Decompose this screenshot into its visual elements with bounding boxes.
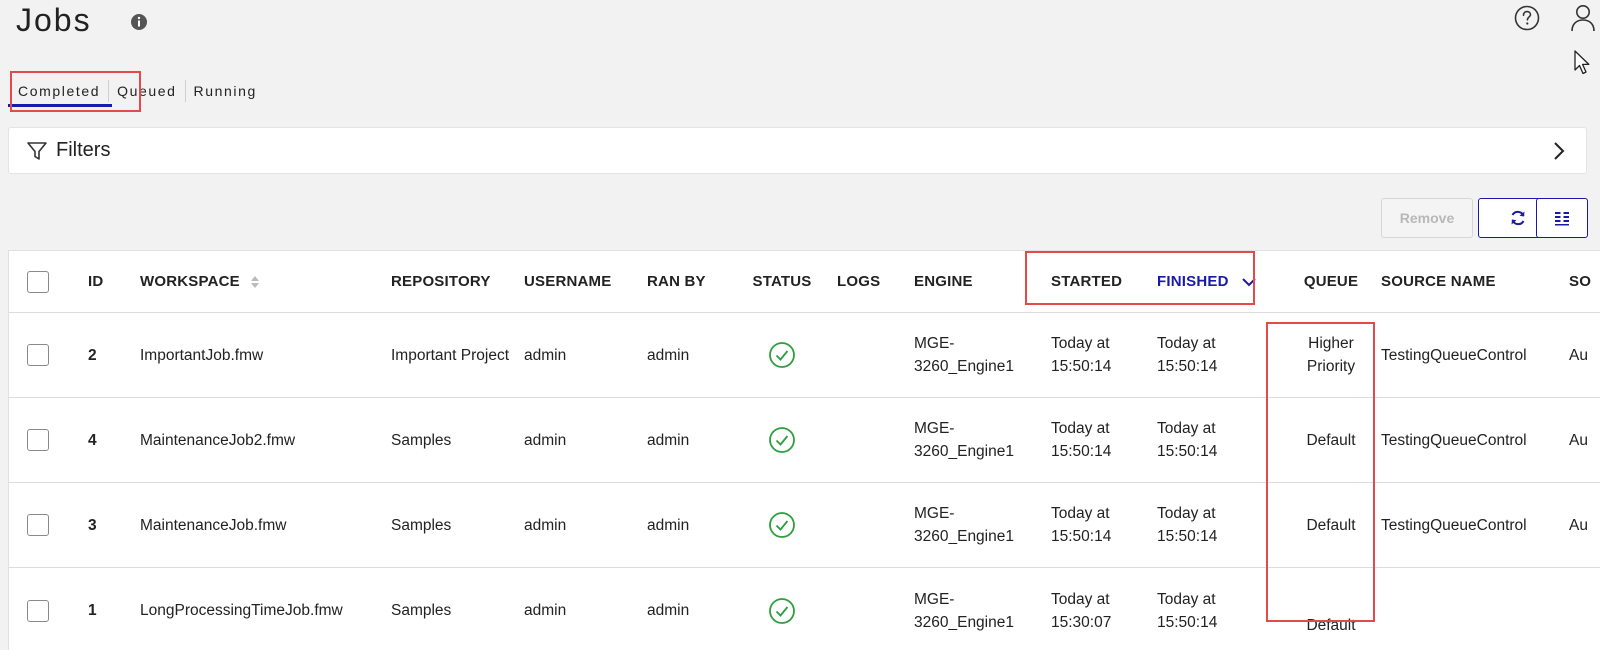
- source-name-cell: [1381, 568, 1551, 650]
- sort-icon[interactable]: [250, 275, 260, 289]
- username-cell: admin: [524, 346, 567, 364]
- source-truncated-cell: Au: [1569, 431, 1588, 449]
- row-select-cell: [27, 313, 57, 397]
- ran-by-cell: admin: [647, 346, 690, 364]
- source-truncated-cell: [1569, 568, 1600, 650]
- started-cell: Today at 15:50:14: [1051, 505, 1112, 545]
- filters-label: Filters: [56, 139, 111, 161]
- status-cell: [742, 313, 822, 397]
- started-cell: Today at 15:30:07: [1051, 590, 1112, 631]
- job-id: 4: [88, 431, 97, 449]
- annotation-highlight-queue-column: [1266, 322, 1375, 622]
- col-header-workspace-label: WORKSPACE: [140, 273, 240, 290]
- col-header-id[interactable]: ID: [88, 251, 128, 312]
- col-header-status[interactable]: STATUS: [742, 251, 822, 312]
- ran-by-cell: admin: [647, 602, 690, 619]
- username-cell: admin: [524, 431, 567, 449]
- source-truncated-cell: Au: [1569, 346, 1588, 364]
- row-select-cell: [27, 568, 57, 650]
- mouse-cursor-icon: [1574, 50, 1590, 75]
- repository-cell: Important Project: [391, 346, 510, 364]
- table-header-row: ID WORKSPACE REPOSITORY USERNAME RAN BY …: [9, 251, 1600, 313]
- finished-cell: Today at 15:50:14: [1157, 420, 1218, 460]
- col-header-logs[interactable]: LOGS: [837, 251, 897, 312]
- success-check-icon: [769, 597, 795, 624]
- row-checkbox[interactable]: [27, 429, 49, 451]
- tab-running[interactable]: Running: [184, 80, 265, 102]
- source-name-cell: TestingQueueControl: [1381, 431, 1527, 449]
- row-select-cell: [27, 483, 57, 567]
- source-truncated-cell: Au: [1569, 516, 1588, 534]
- engine-cell: MGE-3260_Engine1: [914, 590, 1014, 631]
- refresh-icon: [1511, 210, 1524, 226]
- source-name-cell: TestingQueueControl: [1381, 346, 1527, 364]
- repository-cell: Samples: [391, 602, 452, 619]
- col-header-engine[interactable]: ENGINE: [914, 251, 1034, 312]
- jobs-page: Jobs Completed Queued Running Filters Re…: [0, 0, 1600, 650]
- row-select-cell: [27, 398, 57, 482]
- page-title: Jobs: [16, 2, 92, 38]
- repository-cell: Samples: [391, 516, 452, 534]
- chevron-right-icon[interactable]: [1548, 140, 1570, 162]
- col-header-username[interactable]: USERNAME: [524, 251, 624, 312]
- logs-cell[interactable]: [837, 313, 897, 397]
- engine-cell: MGE-3260_Engine1: [914, 505, 1014, 545]
- help-icon[interactable]: [1514, 5, 1540, 31]
- workspace-cell[interactable]: MaintenanceJob.fmw: [140, 483, 390, 567]
- logs-cell[interactable]: [837, 568, 897, 650]
- workspace-cell[interactable]: MaintenanceJob2.fmw: [140, 398, 390, 482]
- row-checkbox[interactable]: [27, 344, 49, 366]
- ran-by-cell: admin: [647, 516, 690, 534]
- filters-bar[interactable]: Filters: [8, 127, 1587, 174]
- repository-cell: Samples: [391, 431, 452, 449]
- finished-cell: Today at 15:50:14: [1157, 505, 1218, 545]
- filter-icon: [27, 141, 47, 160]
- success-check-icon: [769, 512, 795, 538]
- select-all-checkbox[interactable]: [27, 270, 49, 293]
- col-header-source-name[interactable]: SOURCE NAME: [1381, 251, 1551, 312]
- success-check-icon: [769, 342, 795, 368]
- workspace-cell[interactable]: LongProcessingTimeJob.fmw: [140, 568, 390, 650]
- source-name-cell: TestingQueueControl: [1381, 516, 1527, 534]
- finished-cell: Today at 15:50:14: [1157, 335, 1218, 375]
- job-id: 2: [88, 346, 97, 364]
- engine-cell: MGE-3260_Engine1: [914, 335, 1014, 375]
- col-header-queue[interactable]: QUEUE: [1291, 251, 1371, 312]
- started-cell: Today at 15:50:14: [1051, 420, 1112, 460]
- job-id: 3: [88, 516, 97, 534]
- username-cell: admin: [524, 602, 567, 619]
- columns-icon: [1555, 212, 1569, 226]
- select-all-cell: [27, 251, 57, 312]
- row-checkbox[interactable]: [27, 599, 49, 622]
- logs-cell[interactable]: [837, 398, 897, 482]
- logs-cell[interactable]: [837, 483, 897, 567]
- engine-cell: MGE-3260_Engine1: [914, 420, 1014, 460]
- ran-by-cell: admin: [647, 431, 690, 449]
- job-id: 1: [88, 602, 97, 619]
- info-icon[interactable]: [130, 13, 148, 31]
- column-settings-button[interactable]: [1536, 198, 1588, 238]
- col-header-ran-by[interactable]: RAN BY: [647, 251, 727, 312]
- started-cell: Today at 15:50:14: [1051, 335, 1112, 375]
- status-cell: [742, 568, 822, 650]
- user-icon[interactable]: [1570, 4, 1596, 32]
- annotation-highlight-tab: [10, 71, 141, 112]
- annotation-highlight-sort-columns: [1025, 251, 1255, 305]
- username-cell: admin: [524, 516, 567, 534]
- col-header-repository[interactable]: REPOSITORY: [391, 251, 511, 312]
- col-header-workspace[interactable]: WORKSPACE: [140, 251, 390, 312]
- finished-cell: Today at 15:50:14: [1157, 590, 1218, 631]
- col-header-source-truncated[interactable]: SO: [1569, 251, 1600, 312]
- status-cell: [742, 483, 822, 567]
- remove-button[interactable]: Remove: [1381, 198, 1473, 238]
- success-check-icon: [769, 427, 795, 453]
- workspace-cell[interactable]: ImportantJob.fmw: [140, 313, 390, 397]
- status-cell: [742, 398, 822, 482]
- row-checkbox[interactable]: [27, 514, 49, 536]
